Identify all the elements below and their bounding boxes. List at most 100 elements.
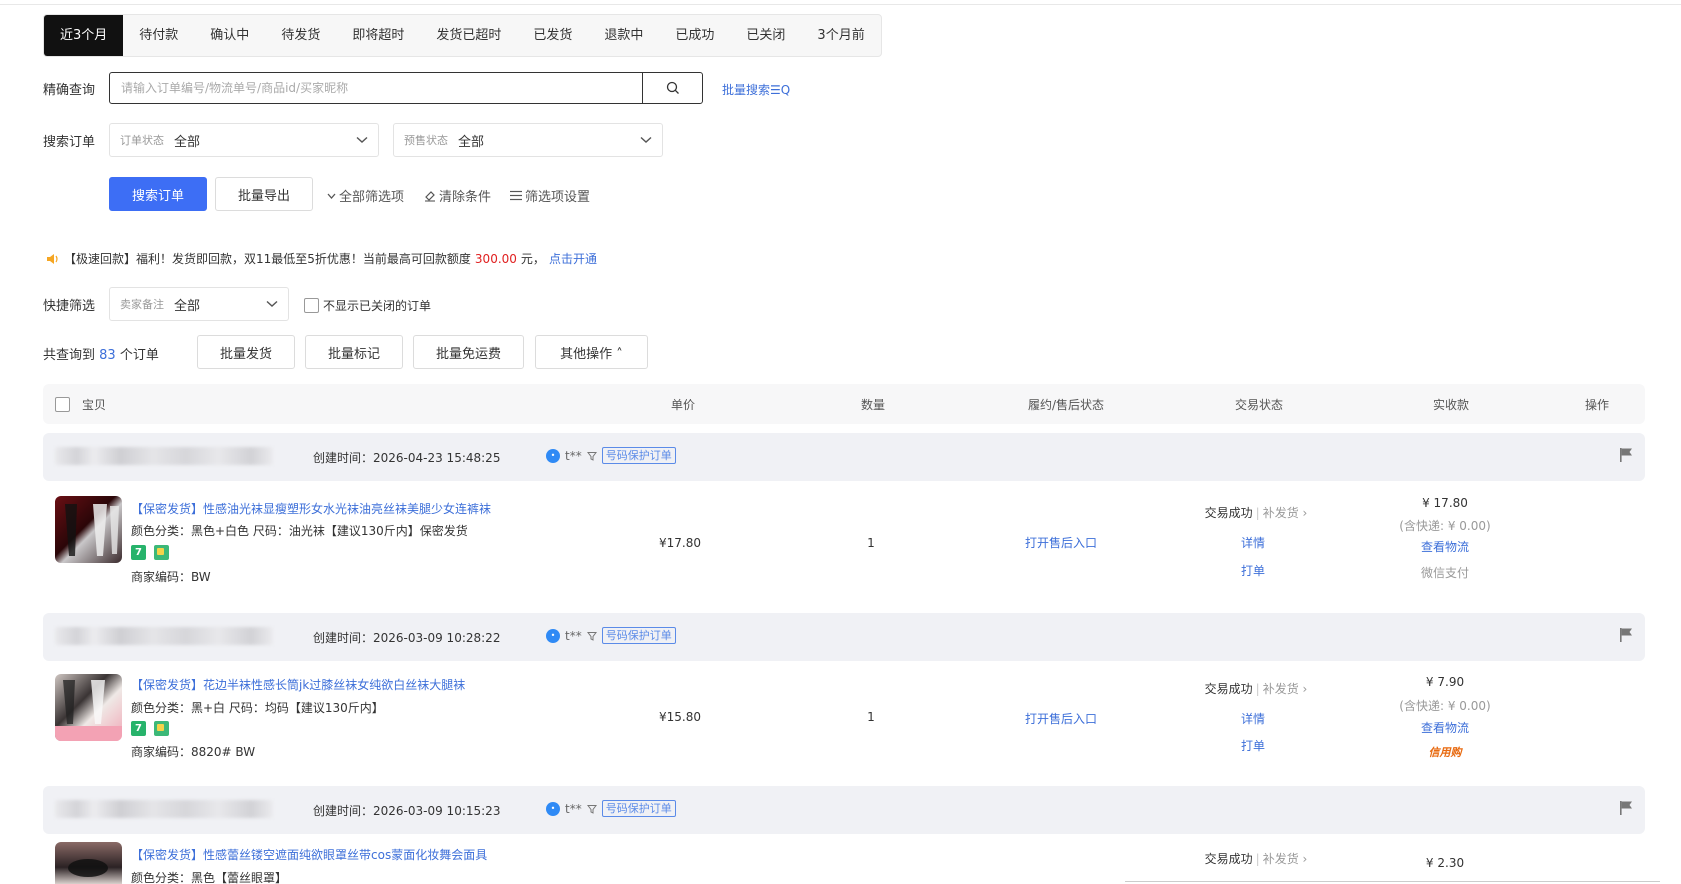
order-count: 83 — [99, 348, 116, 363]
merchant-code: 商家编码：8820# BW — [131, 745, 256, 759]
hide-closed-option[interactable]: 不显示已关闭的订单 — [304, 297, 431, 314]
after-sale-entry-link[interactable]: 打开售后入口 — [1025, 534, 1097, 551]
seller-note-select-label: 卖家备注 — [120, 298, 164, 311]
order-header: 创建时间：2026-03-09 10:15:23 • t** 号码保护订单 — [43, 786, 1645, 834]
batch-export-button[interactable]: 批量导出 — [215, 177, 313, 211]
chevron-down-icon — [356, 136, 368, 143]
number-protect-badge: 号码保护订单 — [601, 447, 676, 464]
detail-link[interactable]: 详情 — [1241, 534, 1265, 551]
buyer-nick[interactable]: t** — [565, 802, 582, 816]
order-status-select-value: 全部 — [174, 134, 201, 150]
order-table-header: 宝贝 单价 数量 履约/售后状态 交易状态 实收款 操作 — [43, 384, 1645, 424]
resend-link[interactable]: 补发货 › — [1263, 852, 1308, 866]
presale-status-select[interactable]: 预售状态 全部 — [393, 123, 663, 157]
detail-link[interactable]: 详情 — [1241, 710, 1265, 727]
eraser-icon — [425, 190, 435, 202]
filter-settings-button[interactable]: 筛选项设置 — [510, 186, 590, 205]
resend-link[interactable]: 补发货 › — [1263, 506, 1308, 520]
batch-mark-button[interactable]: 批量标记 — [305, 335, 403, 369]
other-actions-button[interactable]: 其他操作 ˄ — [535, 335, 648, 369]
header-operation: 操作 — [1585, 398, 1610, 412]
seven-day-return-icon: 7 — [131, 545, 146, 560]
chevron-down-icon — [327, 193, 336, 199]
flag-icon[interactable] — [1619, 447, 1633, 463]
batch-free-shipping-button[interactable]: 批量免运费 — [413, 335, 524, 369]
flag-icon[interactable] — [1619, 800, 1633, 816]
chevron-down-icon — [266, 300, 278, 307]
filter-icon[interactable] — [586, 451, 597, 461]
buyer-info: • t** 号码保护订单 — [546, 447, 676, 464]
buyer-nick[interactable]: t** — [565, 629, 582, 643]
batch-ship-button[interactable]: 批量发货 — [197, 335, 295, 369]
seller-note-select[interactable]: 卖家备注 全部 — [109, 287, 289, 321]
search-icon — [666, 81, 679, 94]
chat-icon[interactable]: • — [546, 448, 560, 463]
order-status-select[interactable]: 订单状态 全部 — [109, 123, 379, 157]
view-logistics-link[interactable]: 查看物流 — [1421, 538, 1469, 555]
tab-ship-timeout[interactable]: 发货已超时 — [420, 15, 517, 56]
tab-pending-payment[interactable]: 待付款 — [123, 15, 194, 56]
product-thumbnail[interactable] — [55, 496, 122, 563]
print-order-link[interactable]: 打单 — [1241, 562, 1265, 579]
search-orders-button[interactable]: 搜索订单 — [109, 177, 207, 211]
tab-confirming[interactable]: 确认中 — [194, 15, 265, 56]
tab-3-months-ago[interactable]: 3个月前 — [801, 15, 880, 56]
enable-link[interactable]: 点击开通 — [549, 250, 597, 267]
product-spec: 颜色分类：黑色+白色 尺码：油光袜【建议130斤内】保密发货 — [131, 524, 468, 538]
header-item: 宝贝 — [82, 398, 107, 412]
hide-closed-label: 不显示已关闭的订单 — [323, 299, 432, 313]
paid-amount: ¥ 17.80 — [1422, 496, 1468, 510]
select-all-checkbox[interactable] — [55, 397, 70, 412]
flag-icon[interactable] — [1619, 627, 1633, 643]
menu-icon — [510, 190, 522, 201]
filter-icon[interactable] — [586, 804, 597, 814]
header-trade-status: 交易状态 — [1235, 398, 1284, 412]
tab-success[interactable]: 已成功 — [659, 15, 730, 56]
fast-payback-notice: 【极速回款】福利！发货即回款，双11最低至5折优惠！当前最高可回款额度 300.0… — [46, 250, 597, 267]
seven-day-return-icon: 7 — [131, 721, 146, 736]
product-spec: 颜色分类：黑色【蕾丝眼罩】 — [131, 871, 288, 884]
product-thumbnail[interactable] — [55, 842, 122, 884]
header-qty: 数量 — [861, 398, 886, 412]
filter-icon[interactable] — [586, 631, 597, 641]
search-button[interactable] — [642, 73, 702, 103]
product-image — [55, 680, 122, 741]
precise-search-input[interactable] — [110, 73, 642, 103]
notice-text: 【极速回款】福利！发货即回款，双11最低至5折优惠！当前最高可回款额度 — [64, 252, 471, 266]
product-title[interactable]: 【保密发货】性感油光袜显瘦塑形女水光袜油亮丝袜美腿少女连裤袜 — [131, 500, 491, 517]
trade-status: 交易成功 | 补发货 › — [1204, 682, 1308, 696]
header-after-sale: 履约/售后状态 — [1028, 398, 1105, 412]
created-time: 创建时间：2026-03-09 10:15:23 — [313, 804, 501, 818]
view-logistics-link[interactable]: 查看物流 — [1421, 719, 1469, 736]
product-thumbnail[interactable] — [55, 674, 122, 741]
tab-recent-3-months[interactable]: 近3个月 — [44, 15, 124, 56]
batch-search-link[interactable]: 批量搜索☰Q — [722, 81, 790, 98]
tab-closed[interactable]: 已关闭 — [730, 15, 801, 56]
chat-icon[interactable]: • — [546, 628, 560, 643]
product-title[interactable]: 【保密发货】花边半袜性感长筒jk过膝丝袜女纯欲白丝袜大腿袜 — [131, 676, 465, 693]
tab-to-ship[interactable]: 待发货 — [265, 15, 336, 56]
result-summary: 共查询到 83 个订单 — [43, 344, 159, 363]
precise-query-label: 精确查询 — [43, 83, 96, 98]
trade-status: 交易成功 | 补发货 › — [1204, 506, 1308, 520]
print-order-link[interactable]: 打单 — [1241, 737, 1265, 754]
tab-about-to-timeout[interactable]: 即将超时 — [336, 15, 420, 56]
tab-shipped[interactable]: 已发货 — [517, 15, 588, 56]
trade-status: 交易成功 | 补发货 › — [1204, 852, 1308, 866]
blurred-order-id — [55, 800, 273, 818]
chat-icon[interactable]: • — [546, 801, 560, 816]
tab-refunding[interactable]: 退款中 — [588, 15, 659, 56]
all-filters-toggle[interactable]: 全部筛选项 — [327, 186, 404, 205]
hide-closed-checkbox[interactable] — [304, 298, 319, 313]
shipping-fee: (含快递: ¥ 0.00) — [1399, 519, 1491, 533]
clear-conditions-button[interactable]: 清除条件 — [424, 186, 491, 205]
merchant-code: 商家编码：BW — [131, 570, 211, 584]
scroll-divider — [1125, 881, 1660, 882]
resend-link[interactable]: 补发货 › — [1263, 682, 1308, 696]
product-image — [68, 859, 108, 877]
unit-price: ¥17.80 — [659, 536, 701, 550]
product-title[interactable]: 【保密发货】性感蕾丝镂空遮面纯欲眼罩丝带cos蒙面化妆舞会面具 — [131, 846, 487, 863]
after-sale-entry-link[interactable]: 打开售后入口 — [1025, 710, 1097, 727]
buyer-nick[interactable]: t** — [565, 449, 582, 463]
product-image — [65, 504, 119, 556]
